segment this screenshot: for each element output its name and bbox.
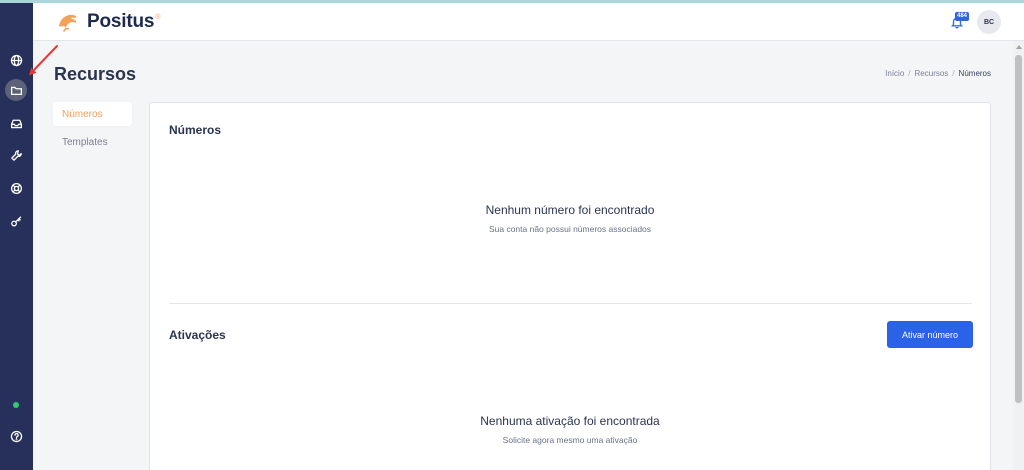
globe-icon	[10, 54, 22, 66]
wrench-icon	[10, 149, 22, 161]
sidebar-item-inbox[interactable]	[5, 112, 27, 134]
brand-registered-mark: ®	[155, 14, 161, 21]
sidebar-item-help[interactable]	[5, 425, 27, 447]
ativacoes-section-title: Ativações	[169, 328, 226, 342]
breadcrumb: Início / Recursos / Números	[885, 69, 991, 78]
user-avatar[interactable]: BC	[977, 10, 1001, 34]
scrollbar-thumb[interactable]	[1015, 55, 1022, 403]
breadcrumb-home[interactable]: Início	[885, 69, 904, 78]
numeros-empty-subtitle: Sua conta não possui números associados	[488, 224, 652, 234]
resources-subnav: Números Templates	[53, 102, 132, 158]
top-bar: Positus ® 484 BC	[33, 3, 1024, 41]
breadcrumb-resources[interactable]: Recursos	[915, 69, 949, 78]
inbox-icon	[10, 119, 22, 128]
brand-name: Positus	[87, 11, 155, 32]
dolphin-logo-icon	[59, 14, 77, 32]
key-icon	[10, 215, 21, 226]
annotation-arrow-icon	[29, 45, 58, 76]
brand-logo[interactable]: Positus ®	[55, 8, 160, 36]
folder-icon	[10, 86, 22, 95]
ativacoes-empty-title: Nenhuma ativação foi encontrada	[480, 414, 660, 428]
sidebar-item-tools[interactable]	[5, 144, 27, 166]
status-online-dot	[13, 402, 19, 408]
sidebar-item-support[interactable]	[5, 177, 27, 199]
breadcrumb-separator: /	[952, 69, 955, 78]
breadcrumb-separator: /	[908, 69, 911, 78]
sidebar-item-resources[interactable]	[5, 79, 27, 101]
content-card: Números Nenhum número foi encontrado Sua…	[149, 102, 991, 470]
page-title: Recursos	[54, 64, 137, 84]
activate-number-button[interactable]: Ativar número	[887, 321, 973, 348]
numeros-empty-title: Nenhum número foi encontrado	[485, 203, 655, 217]
lifebuoy-icon	[10, 182, 22, 194]
subnav-item-templates[interactable]: Templates	[53, 130, 132, 154]
ativacoes-empty-subtitle: Solicite agora mesmo uma ativação	[502, 435, 638, 445]
page-scrollbar[interactable]	[1013, 41, 1024, 470]
scroll-up-arrow-icon[interactable]	[1016, 45, 1022, 49]
notification-count-badge: 484	[955, 12, 970, 21]
sidebar-item-keys[interactable]	[5, 210, 27, 232]
notifications-button[interactable]: 484	[948, 12, 972, 34]
breadcrumb-current: Números	[958, 69, 991, 78]
numeros-section-title: Números	[169, 123, 222, 137]
sidebar-item-globe[interactable]	[5, 49, 27, 71]
section-divider	[169, 303, 972, 304]
subnav-item-numeros[interactable]: Números	[53, 102, 132, 126]
help-circle-icon	[10, 430, 22, 442]
